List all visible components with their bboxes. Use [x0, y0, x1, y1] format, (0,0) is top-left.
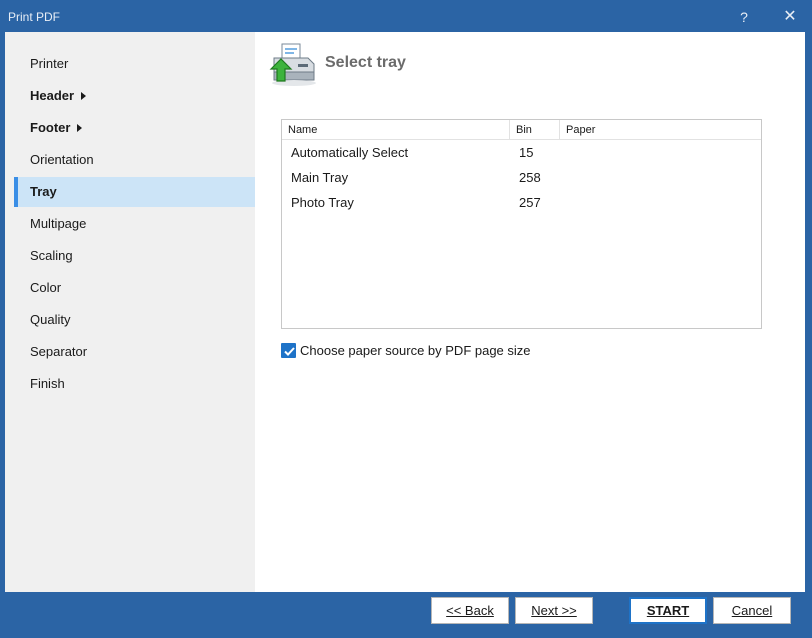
column-header-bin[interactable]: Bin — [510, 120, 560, 140]
sidebar-item-label: Tray — [30, 184, 57, 199]
window-title: Print PDF — [8, 10, 61, 24]
sidebar-item-color[interactable]: Color — [14, 273, 255, 303]
sidebar-item-label: Scaling — [30, 248, 73, 263]
dialog-client-area: Printer Header Footer Orientation Tray M… — [5, 32, 805, 592]
button-bar: << Back Next >> START Cancel — [5, 592, 805, 632]
tray-name-cell: Automatically Select — [291, 145, 409, 160]
printer-upload-icon — [268, 42, 318, 88]
next-button[interactable]: Next >> — [515, 597, 593, 624]
start-button[interactable]: START — [629, 597, 707, 624]
title-bar: Print PDF ? ✕ — [1, 1, 811, 33]
sidebar-item-printer[interactable]: Printer — [14, 49, 255, 79]
sidebar-item-label: Orientation — [30, 152, 94, 167]
column-header-paper[interactable]: Paper — [560, 120, 761, 140]
sidebar-item-footer[interactable]: Footer — [14, 113, 255, 143]
tray-settings-panel: Select tray Name Bin Paper Automatically… — [255, 32, 805, 592]
cancel-button[interactable]: Cancel — [713, 597, 791, 624]
column-header-name[interactable]: Name — [282, 120, 510, 140]
close-icon[interactable]: ✕ — [779, 7, 801, 27]
sidebar-item-quality[interactable]: Quality — [14, 305, 255, 335]
list-header: Name Bin Paper — [282, 120, 761, 140]
tray-list[interactable]: Name Bin Paper Automatically Select 15 M… — [281, 119, 762, 329]
tray-bin-cell: 258 — [519, 170, 541, 185]
sidebar-item-label: Finish — [30, 376, 65, 391]
table-row[interactable]: Photo Tray 257 — [282, 190, 761, 215]
back-button[interactable]: << Back — [431, 597, 509, 624]
checkmark-icon — [284, 347, 295, 356]
sidebar-item-label: Multipage — [30, 216, 87, 231]
sidebar-item-label: Header — [30, 88, 75, 103]
table-row[interactable]: Main Tray 258 — [282, 165, 761, 190]
sidebar-item-finish[interactable]: Finish — [14, 369, 255, 399]
sidebar-item-label: Footer — [30, 120, 71, 135]
help-icon[interactable]: ? — [734, 7, 754, 27]
sidebar-item-tray[interactable]: Tray — [14, 177, 255, 207]
sidebar-item-label: Color — [30, 280, 62, 295]
sidebar-item-label: Printer — [30, 56, 69, 71]
sidebar-item-header[interactable]: Header — [14, 81, 255, 111]
sidebar-item-orientation[interactable]: Orientation — [14, 145, 255, 175]
table-row[interactable]: Automatically Select 15 — [282, 140, 761, 165]
paper-source-checkbox-label[interactable]: Choose paper source by PDF page size — [300, 343, 531, 359]
section-title: Select tray — [325, 54, 406, 71]
sidebar-item-scaling[interactable]: Scaling — [14, 241, 255, 271]
sidebar-item-separator[interactable]: Separator — [14, 337, 255, 367]
submenu-arrow-icon — [77, 124, 83, 132]
tray-bin-cell: 257 — [519, 195, 541, 210]
tray-name-cell: Main Tray — [291, 170, 349, 185]
tray-bin-cell: 15 — [519, 145, 534, 160]
sidebar-item-label: Separator — [30, 344, 88, 359]
submenu-arrow-icon — [81, 92, 87, 100]
sidebar: Printer Header Footer Orientation Tray M… — [5, 32, 255, 592]
tray-name-cell: Photo Tray — [291, 195, 354, 210]
paper-source-checkbox[interactable] — [281, 343, 296, 358]
sidebar-item-label: Quality — [30, 312, 71, 327]
sidebar-item-multipage[interactable]: Multipage — [14, 209, 255, 239]
